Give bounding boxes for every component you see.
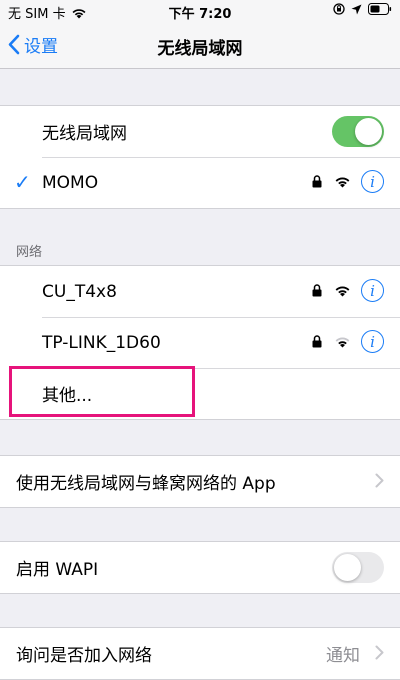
network-row[interactable]: CU_T4x8 i [0,266,400,317]
network-name: TP-LINK_1D60 [42,332,161,353]
connected-network-name: MOMO [42,172,99,193]
location-icon [351,4,362,14]
status-right [333,3,392,15]
wapi-toggle-switch[interactable] [332,552,384,583]
lock-icon [312,335,322,348]
network-status-icons: i [312,170,384,193]
app-usage-label: 使用无线局域网与蜂窝网络的 App [16,474,276,494]
wifi-signal-icon [335,286,350,297]
info-button[interactable]: i [361,170,384,193]
connected-network-row[interactable]: ✓ MOMO i [0,157,400,208]
info-button[interactable]: i [361,330,384,353]
network-status-icons: i [312,279,384,302]
page-title: 无线局域网 [157,39,243,59]
chevron-right-icon [375,473,384,488]
chevron-right-icon [375,645,384,660]
lock-icon [312,175,322,188]
wifi-signal-icon [335,337,350,348]
toggle-knob [334,554,361,581]
info-button[interactable]: i [361,279,384,302]
network-name: CU_T4x8 [42,281,117,302]
toggle-knob [355,118,382,145]
checkmark-icon: ✓ [14,170,31,194]
navigation-bar: 设置 无线局域网 [0,22,400,69]
ask-join-value: 通知 [326,646,360,666]
app-usage-group: 使用无线局域网与蜂窝网络的 App [0,455,400,508]
wifi-toggle-label: 无线局域网 [42,124,127,144]
ask-join-group: 询问是否加入网络 通知 [0,627,400,680]
network-status-icons: i [312,330,384,353]
lock-icon [312,284,322,297]
networks-section-header: 网络 [16,245,43,260]
orientation-lock-icon [333,3,345,15]
status-bar: 无 SIM 卡 下午 7:20 [0,0,400,22]
wifi-group: 无线局域网 ✓ MOMO i [0,105,400,209]
wifi-toggle-row: 无线局域网 [0,106,400,157]
wapi-group: 启用 WAPI [0,541,400,594]
ask-join-label: 询问是否加入网络 [16,646,152,666]
battery-icon [368,3,392,15]
wapi-label: 启用 WAPI [16,560,99,580]
app-usage-row[interactable]: 使用无线局域网与蜂窝网络的 App [0,456,400,507]
ask-join-row[interactable]: 询问是否加入网络 通知 [0,628,400,679]
highlight-annotation [9,366,195,417]
wifi-toggle-switch[interactable] [332,116,384,147]
network-row[interactable]: TP-LINK_1D60 i [0,317,400,368]
wifi-signal-icon [335,177,350,188]
wapi-row: 启用 WAPI [0,542,400,593]
